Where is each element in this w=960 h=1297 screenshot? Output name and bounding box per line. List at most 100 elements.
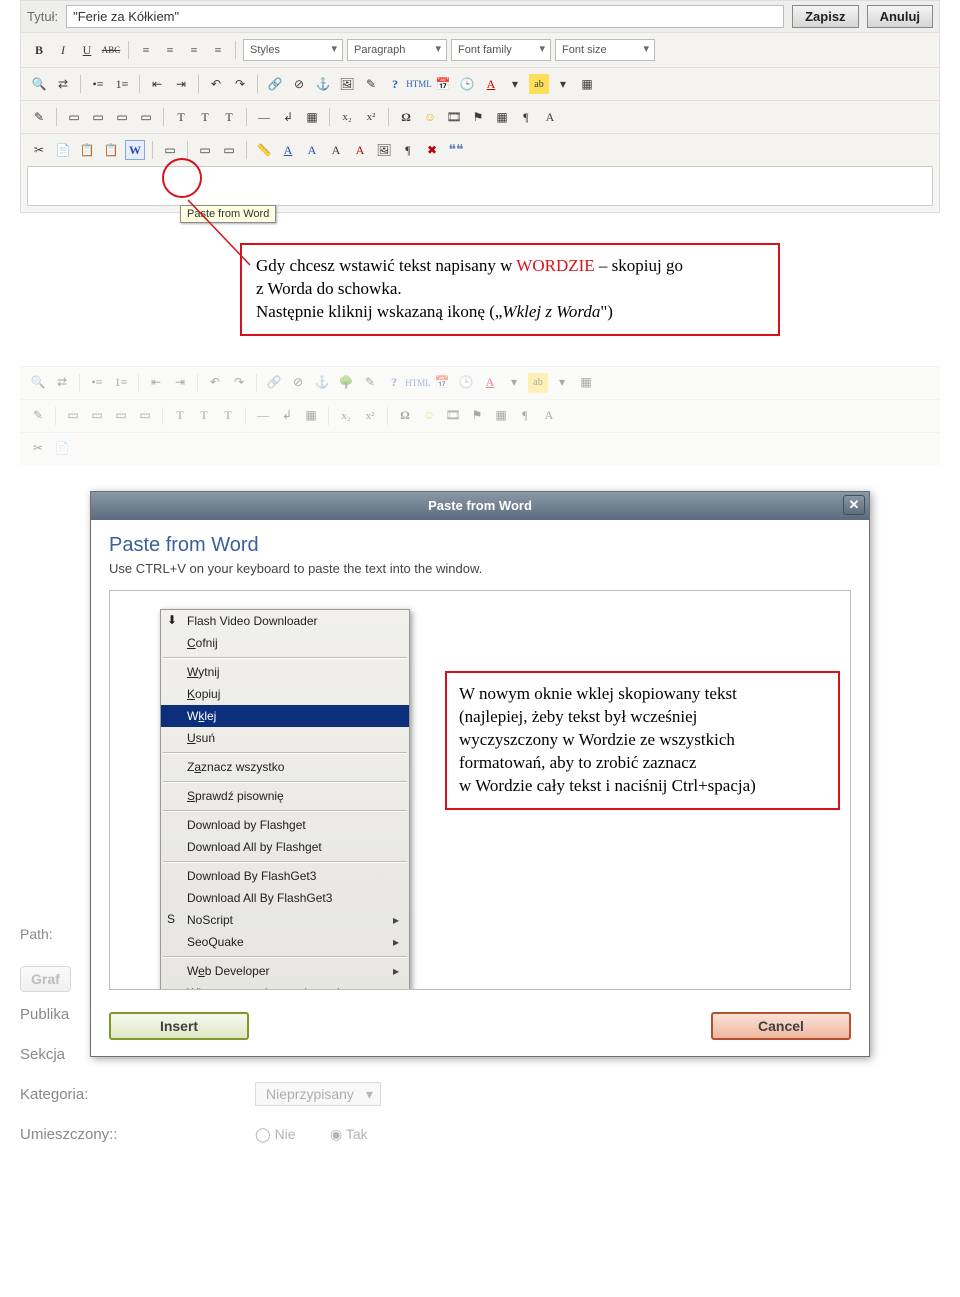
emoticon-icon[interactable]: ☺: [420, 107, 440, 127]
context-menu-item[interactable]: ⬇Flash Video Downloader: [161, 610, 409, 632]
strikethrough-icon[interactable]: ABC: [101, 40, 121, 60]
html-icon[interactable]: HTML: [409, 74, 429, 94]
paragraph-select[interactable]: Paragraph: [347, 39, 447, 61]
italic-icon[interactable]: I: [53, 40, 73, 60]
a-large-icon[interactable]: A: [540, 107, 560, 127]
number-list-icon[interactable]: 1≡: [112, 74, 132, 94]
editor-content-area[interactable]: [27, 166, 933, 206]
indent-icon[interactable]: ⇥: [171, 74, 191, 94]
fontsize-select[interactable]: Font size: [555, 39, 655, 61]
align-right-icon[interactable]: ≡: [184, 40, 204, 60]
subscript-icon[interactable]: x₂: [337, 107, 357, 127]
radio-nie[interactable]: ◯ Nie: [255, 1126, 296, 1143]
flag2-icon[interactable]: ▦: [492, 107, 512, 127]
cut-icon[interactable]: ✂: [29, 140, 49, 160]
align-justify-icon[interactable]: ≡: [208, 40, 228, 60]
time-icon[interactable]: 🕒: [457, 74, 477, 94]
table-icon: ▦: [576, 373, 596, 393]
unlink-icon[interactable]: ⊘: [289, 74, 309, 94]
graf-button-truncated[interactable]: Graf: [20, 966, 71, 992]
edit-icon[interactable]: ✎: [29, 107, 49, 127]
layer1-icon[interactable]: ▭: [64, 107, 84, 127]
context-menu-item[interactable]: Zaznacz wszystko: [161, 756, 409, 778]
kategoria-select[interactable]: Nieprzypisany: [255, 1082, 381, 1106]
insert-button[interactable]: Insert: [109, 1012, 249, 1040]
paste-icon[interactable]: 📋: [77, 140, 97, 160]
image-icon[interactable]: 🖼: [337, 74, 357, 94]
paste-plain-icon[interactable]: 📋: [101, 140, 121, 160]
replace-icon[interactable]: ⇄: [53, 74, 73, 94]
redo-icon[interactable]: ↷: [230, 74, 250, 94]
help-icon[interactable]: ?: [385, 74, 405, 94]
title-input[interactable]: [66, 5, 784, 28]
t2-icon[interactable]: T: [195, 107, 215, 127]
break-icon[interactable]: ↲: [278, 107, 298, 127]
layer4-icon[interactable]: ▭: [136, 107, 156, 127]
picture-icon[interactable]: 🖼: [374, 140, 394, 160]
underline-icon[interactable]: U: [77, 40, 97, 60]
layer3-icon[interactable]: ▭: [112, 107, 132, 127]
box1-icon[interactable]: ▭: [195, 140, 215, 160]
cleanup-icon[interactable]: ✎: [361, 74, 381, 94]
context-menu-item[interactable]: Download By FlashGet3: [161, 865, 409, 887]
context-menu-item[interactable]: Download All by Flashget: [161, 836, 409, 858]
bold-icon[interactable]: B: [29, 40, 49, 60]
save-button[interactable]: Zapisz: [792, 5, 858, 28]
table-icon[interactable]: ▦: [577, 74, 597, 94]
layer2-icon[interactable]: ▭: [88, 107, 108, 127]
cancel-button[interactable]: Anuluj: [867, 5, 933, 28]
flag1-icon[interactable]: ⚑: [468, 107, 488, 127]
paste-word-icon[interactable]: W: [125, 140, 145, 160]
styles-select[interactable]: Styles: [243, 39, 343, 61]
superscript-icon[interactable]: x²: [361, 107, 381, 127]
t1-icon[interactable]: T: [171, 107, 191, 127]
radio-tak[interactable]: ◉ Tak: [330, 1126, 368, 1143]
pilcrow2-icon[interactable]: ¶: [398, 140, 418, 160]
context-menu-item[interactable]: Usuń: [161, 727, 409, 749]
context-menu-item[interactable]: Web Developer: [161, 960, 409, 982]
undo-icon[interactable]: ↶: [206, 74, 226, 94]
textcolor-icon[interactable]: A: [481, 74, 501, 94]
context-menu-item[interactable]: Włącz ponownie na tej stronie: [161, 982, 409, 990]
context-menu-item[interactable]: Cofnij: [161, 632, 409, 654]
select-all-icon[interactable]: ▭: [160, 140, 180, 160]
aa2-icon[interactable]: A: [302, 140, 322, 160]
context-menu-item[interactable]: SNoScript: [161, 909, 409, 931]
align-left-icon[interactable]: ≡: [136, 40, 156, 60]
date-icon[interactable]: 📅: [433, 74, 453, 94]
bullet-list-icon[interactable]: •≡: [88, 74, 108, 94]
outdent-icon[interactable]: ⇤: [147, 74, 167, 94]
hr-icon[interactable]: —: [254, 107, 274, 127]
aa3-icon[interactable]: A: [326, 140, 346, 160]
highlight-icon[interactable]: ab: [529, 74, 549, 94]
blockquote-icon[interactable]: ❝❝: [446, 140, 466, 160]
context-menu-item[interactable]: Sprawdź pisownię: [161, 785, 409, 807]
link-icon[interactable]: 🔗: [265, 74, 285, 94]
context-menu-item[interactable]: Wklej: [161, 705, 409, 727]
box2-icon[interactable]: ▭: [219, 140, 239, 160]
context-menu-item[interactable]: Wytnij: [161, 661, 409, 683]
ruler-icon[interactable]: 📏: [254, 140, 274, 160]
aa1-icon[interactable]: A: [278, 140, 298, 160]
anchor-icon[interactable]: ⚓: [313, 74, 333, 94]
aa4-icon[interactable]: A: [350, 140, 370, 160]
dialog-close-icon[interactable]: ✕: [843, 495, 865, 515]
textcolor-arrow-icon[interactable]: ▾: [505, 74, 525, 94]
copy-icon[interactable]: 📄: [53, 140, 73, 160]
omega-icon[interactable]: Ω: [396, 107, 416, 127]
context-menu-item[interactable]: Download by Flashget: [161, 814, 409, 836]
cancel-dialog-button[interactable]: Cancel: [711, 1012, 851, 1040]
fontfamily-select[interactable]: Font family: [451, 39, 551, 61]
context-menu-item[interactable]: SeoQuake: [161, 931, 409, 953]
context-menu-item[interactable]: Download All By FlashGet3: [161, 887, 409, 909]
dialog-textarea[interactable]: ⬇Flash Video DownloaderCofnij WytnijKopiu…: [109, 590, 851, 990]
align-center-icon[interactable]: ≡: [160, 40, 180, 60]
find-icon[interactable]: 🔍: [29, 74, 49, 94]
t3-icon[interactable]: T: [219, 107, 239, 127]
pilcrow-icon[interactable]: ¶: [516, 107, 536, 127]
close-icon[interactable]: ✖: [422, 140, 442, 160]
media-icon[interactable]: 🎞: [444, 107, 464, 127]
highlight-arrow-icon[interactable]: ▾: [553, 74, 573, 94]
table2-icon[interactable]: ▦: [302, 107, 322, 127]
context-menu-item[interactable]: Kopiuj: [161, 683, 409, 705]
